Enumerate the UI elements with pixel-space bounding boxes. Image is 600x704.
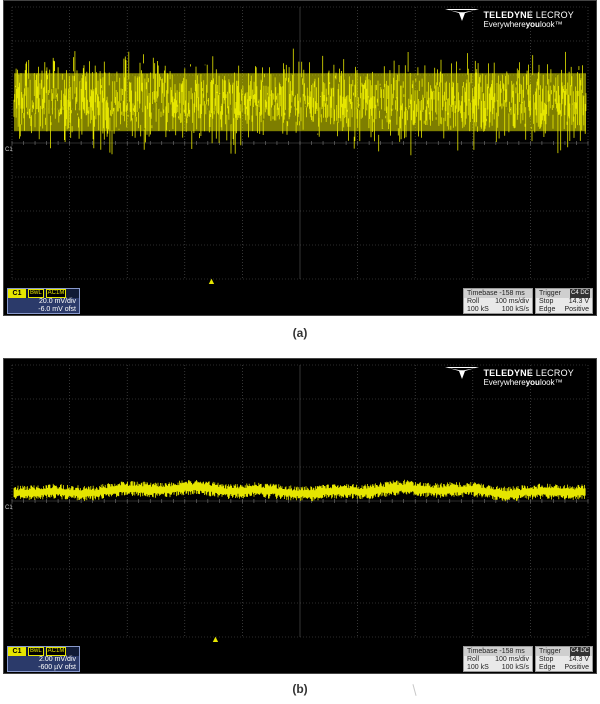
trigger-type: Edge bbox=[539, 306, 556, 313]
channel-label: C1 bbox=[8, 289, 26, 298]
sample-count: 100 kS bbox=[467, 664, 489, 671]
channel-descriptor[interactable]: C1 BwL AC1M 2.00 mV/div -600 µV ofst bbox=[7, 646, 80, 672]
timebase-header: Timebase -158 ms bbox=[464, 647, 532, 656]
trigger-position-marker: ▲ bbox=[211, 634, 220, 644]
time-per-div: 100 ms/div bbox=[495, 656, 529, 663]
trigger-level: 14.3 V bbox=[568, 298, 589, 305]
waveform-trace bbox=[13, 48, 587, 156]
trigger-header: Trigger bbox=[539, 648, 561, 655]
brand-logo: TELEDYNE LECROY Everywhereyoulook™ bbox=[445, 9, 574, 29]
timebase-descriptor[interactable]: Timebase -158 ms Roll 100 ms/div 100 kS 10… bbox=[463, 288, 533, 314]
offset-value: -600 µV ofst bbox=[38, 664, 76, 671]
channel-label: C1 bbox=[8, 647, 26, 656]
trigger-level: 14.3 V bbox=[568, 656, 589, 663]
brand-tag-pre: Everywhere bbox=[483, 378, 526, 387]
brand-logo: TELEDYNE LECROY Everywhereyoulook™ bbox=[445, 367, 574, 387]
brand-tag-pre: Everywhere bbox=[483, 20, 526, 29]
trigger-source: C4 DC bbox=[569, 647, 590, 656]
trigger-type: Edge bbox=[539, 664, 556, 671]
timebase-mode: Roll bbox=[467, 298, 480, 305]
trigger-descriptor[interactable]: Trigger C4 DC Stop 14.3 V Edge Positive bbox=[535, 646, 593, 672]
teledyne-logo-icon bbox=[445, 9, 480, 21]
figure-caption-a: (a) bbox=[292, 326, 308, 340]
oscilloscope-screen-b: TELEDYNE LECROY Everywhereyoulook™ C1 ▲ … bbox=[3, 358, 597, 674]
sample-rate: 100 kS/s bbox=[501, 306, 529, 313]
figure-caption-b: (b) bbox=[292, 682, 308, 696]
trigger-position-marker: ▲ bbox=[207, 276, 216, 286]
sample-rate: 100 kS/s bbox=[501, 664, 529, 671]
channel-ground-marker: C1 bbox=[5, 147, 13, 153]
timebase-header: Timebase -158 ms bbox=[464, 289, 532, 298]
channel-ground-marker: C1 bbox=[5, 505, 13, 511]
bandwidth-limit-badge: BwL bbox=[28, 289, 44, 298]
time-per-div: 100 ms/div bbox=[495, 298, 529, 305]
trigger-slope: Positive bbox=[564, 664, 589, 671]
coupling-badge: AC1M bbox=[45, 647, 67, 656]
trigger-descriptor[interactable]: Trigger C4 DC Stop 14.3 V Edge Positive bbox=[535, 288, 593, 314]
sample-count: 100 kS bbox=[467, 306, 489, 313]
offset-value: -6.0 mV ofst bbox=[38, 306, 76, 313]
trigger-header: Trigger bbox=[539, 290, 561, 297]
coupling-badge: AC1M bbox=[45, 289, 67, 298]
brand-tag-post: look™ bbox=[539, 20, 563, 29]
teledyne-logo-icon bbox=[445, 367, 480, 379]
trigger-state: Stop bbox=[539, 298, 554, 305]
volts-per-div: 2.00 mV/div bbox=[39, 656, 76, 663]
timebase-mode: Roll bbox=[467, 656, 480, 663]
brand-tag-bold: you bbox=[525, 20, 540, 29]
trigger-slope: Positive bbox=[564, 306, 589, 313]
timebase-descriptor[interactable]: Timebase -158 ms Roll 100 ms/div 100 kS 10… bbox=[463, 646, 533, 672]
trigger-source: C4 DC bbox=[569, 289, 590, 298]
bandwidth-limit-badge: BwL bbox=[28, 647, 44, 656]
volts-per-div: 20.0 mV/div bbox=[39, 298, 76, 305]
brand-name-thin: LECROY bbox=[533, 368, 574, 378]
brand-name-bold: TELEDYNE bbox=[483, 10, 534, 20]
waveform-trace bbox=[13, 479, 586, 502]
trace-samples bbox=[13, 479, 586, 502]
channel-descriptor[interactable]: C1 BwL AC1M 20.0 mV/div -6.0 mV ofst bbox=[7, 288, 80, 314]
brand-name-thin: LECROY bbox=[533, 10, 574, 20]
brand-tag-post: look™ bbox=[539, 378, 563, 387]
oscilloscope-screen-a: TELEDYNE LECROY Everywhereyoulook™ C1 ▲ … bbox=[3, 0, 597, 316]
brand-name-bold: TELEDYNE bbox=[483, 368, 534, 378]
brand-tag-bold: you bbox=[525, 378, 540, 387]
status-bar: C1 BwL AC1M 20.0 mV/div -6.0 mV ofst Tim… bbox=[4, 288, 596, 315]
trigger-state: Stop bbox=[539, 656, 554, 663]
trace-samples bbox=[13, 48, 587, 156]
status-bar: C1 BwL AC1M 2.00 mV/div -600 µV ofst Tim… bbox=[4, 646, 596, 673]
